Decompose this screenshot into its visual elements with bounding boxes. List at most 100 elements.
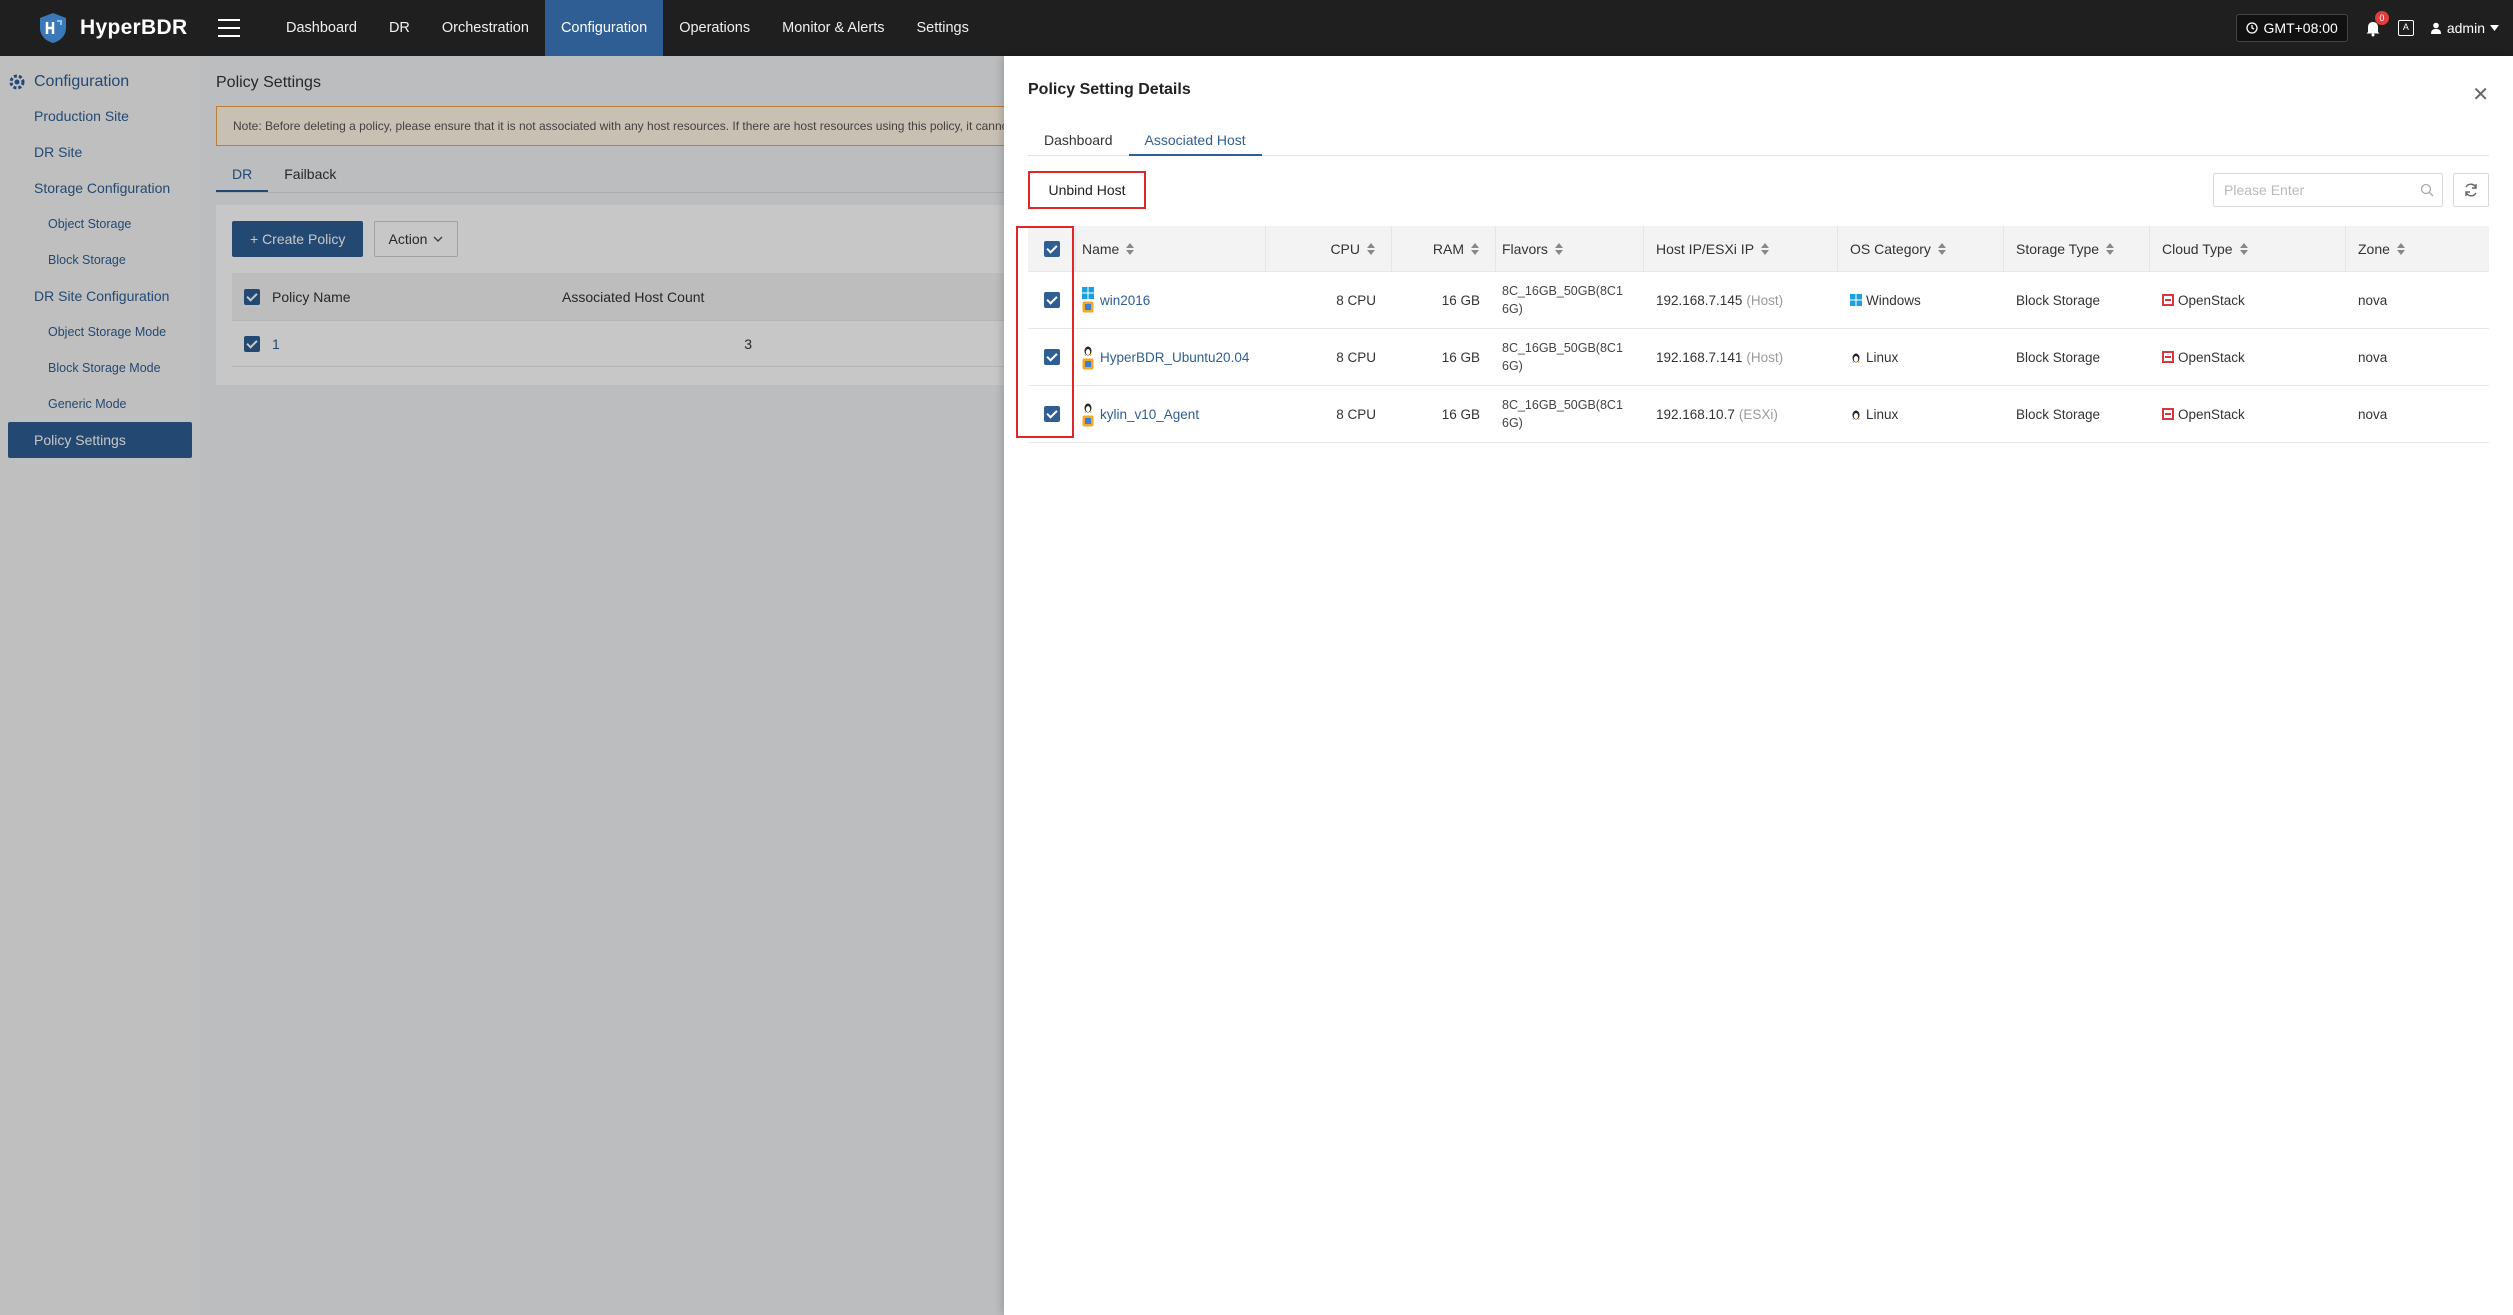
linux-icon	[1852, 410, 1860, 420]
host-type-icon	[1082, 287, 1096, 313]
zone-cell: nova	[2358, 406, 2388, 422]
linux-icon	[1084, 403, 1092, 413]
host-name-link[interactable]: win2016	[1100, 293, 1150, 308]
host-name-link[interactable]: HyperBDR_Ubuntu20.04	[1100, 350, 1249, 365]
table-header: Name CPU RAM Flavors Host IP/ESXi IP OS Categ…	[1028, 225, 2489, 272]
ram-cell: 16 GB	[1441, 292, 1480, 308]
app-name: HyperBDR	[80, 16, 188, 39]
sort-icon[interactable]	[2239, 242, 2248, 255]
column-label: Storage Type	[2016, 240, 2100, 257]
zone-cell: nova	[2358, 349, 2388, 365]
table-row[interactable]: kylin_v10_Agent 8 CPU 16 GB 8C_16GB_50GB(8C…	[1028, 386, 2489, 443]
sort-icon[interactable]	[1761, 242, 1770, 255]
cloud-type-cell: OpenStack	[2150, 293, 2346, 308]
col-storage-type[interactable]: Storage Type	[2004, 225, 2150, 272]
col-flavors[interactable]: Flavors	[1496, 225, 1644, 272]
sort-icon[interactable]	[1471, 242, 1479, 255]
cloud-type-cell: OpenStack	[2150, 407, 2346, 422]
sort-icon[interactable]	[2396, 242, 2405, 255]
openstack-icon	[2162, 294, 2174, 306]
col-host-ip-esxi-ip[interactable]: Host IP/ESXi IP	[1644, 225, 1838, 272]
col-os-category[interactable]: OS Category	[1838, 225, 2004, 272]
openstack-icon	[2162, 408, 2174, 420]
drawer-title: Policy Setting Details	[1028, 81, 1191, 98]
column-label: Name	[1082, 240, 1120, 257]
storage-type-cell: Block Storage	[2016, 349, 2101, 365]
chevron-down-icon	[2490, 25, 2499, 31]
refresh-button[interactable]	[2453, 173, 2489, 207]
modal-overlay[interactable]	[0, 56, 1004, 1315]
menu-toggle-icon[interactable]	[218, 19, 240, 37]
column-label: Host IP/ESXi IP	[1656, 240, 1755, 257]
col-cloud-type[interactable]: Cloud Type	[2150, 225, 2346, 272]
search-input[interactable]	[2224, 182, 2412, 198]
col-name[interactable]: Name	[1076, 225, 1266, 272]
notification-badge: 0	[2374, 11, 2389, 25]
nav-item-orchestration[interactable]: Orchestration	[426, 0, 545, 56]
cpu-cell: 8 CPU	[1336, 292, 1376, 308]
sort-icon[interactable]	[1126, 242, 1135, 255]
nav-item-configuration[interactable]: Configuration	[544, 0, 664, 56]
linux-icon	[1084, 346, 1092, 356]
ip-cell: 192.168.7.145 (Host)	[1656, 292, 1784, 308]
ip-cell: 192.168.7.141 (Host)	[1656, 349, 1784, 365]
shield-logo-icon	[40, 13, 66, 43]
sort-icon[interactable]	[1937, 242, 1946, 255]
clock-icon	[2245, 22, 2258, 34]
refresh-icon	[2465, 183, 2477, 197]
unbind-host-button[interactable]: Unbind Host	[1028, 171, 1146, 209]
user-menu[interactable]: admin	[2430, 20, 2499, 36]
table-row[interactable]: win2016 8 CPU 16 GB 8C_16GB_50GB(8C1 6G) 192.…	[1028, 272, 2489, 329]
timezone-button[interactable]: GMT+08:00	[2235, 14, 2348, 42]
cpu-cell: 8 CPU	[1336, 349, 1376, 365]
col-ram[interactable]: RAM	[1392, 225, 1496, 272]
flavor-cell: 8C_16GB_50GB(8C1 6G)	[1502, 284, 1623, 316]
agent-icon	[1082, 358, 1094, 370]
agent-icon	[1082, 415, 1094, 427]
sort-icon[interactable]	[2106, 242, 2115, 255]
host-name-link[interactable]: kylin_v10_Agent	[1100, 407, 1199, 422]
ram-cell: 16 GB	[1441, 349, 1480, 365]
checkbox-column-highlight	[1016, 226, 1074, 438]
tab-associated-host[interactable]: Associated Host	[1128, 126, 1262, 156]
column-label: CPU	[1330, 240, 1360, 257]
os-cell: Linux	[1838, 407, 2004, 422]
search-box	[2213, 173, 2443, 207]
openstack-icon	[2162, 351, 2174, 363]
zone-cell: nova	[2358, 292, 2388, 308]
os-cell: Linux	[1838, 350, 2004, 365]
sort-icon[interactable]	[1554, 242, 1563, 255]
language-icon[interactable]: A	[2397, 20, 2414, 36]
timezone-label: GMT+08:00	[2263, 20, 2338, 36]
notification-bell-icon[interactable]: 0	[2364, 11, 2389, 37]
linux-icon	[1852, 353, 1860, 363]
tab-dashboard[interactable]: Dashboard	[1028, 126, 1129, 156]
ram-cell: 16 GB	[1441, 406, 1480, 422]
username: admin	[2446, 20, 2485, 36]
app-logo[interactable]: HyperBDR	[0, 11, 200, 45]
storage-type-cell: Block Storage	[2016, 292, 2101, 308]
nav-item-settings[interactable]: Settings	[900, 0, 984, 56]
nav-item-monitor-alerts[interactable]: Monitor & Alerts	[766, 0, 900, 56]
nav-item-dashboard[interactable]: Dashboard	[270, 0, 373, 56]
col-zone[interactable]: Zone	[2346, 226, 2489, 272]
column-label: OS Category	[1850, 240, 1931, 257]
nav-item-dr[interactable]: DR	[373, 0, 426, 56]
os-cell: Windows	[1838, 293, 2004, 308]
column-label: Flavors	[1502, 240, 1548, 257]
table-row[interactable]: HyperBDR_Ubuntu20.04 8 CPU 16 GB 8C_16GB_50…	[1028, 329, 2489, 386]
nav-item-operations[interactable]: Operations	[663, 0, 766, 56]
associated-host-table: Name CPU RAM Flavors Host IP/ESXi IP OS Categ…	[1028, 225, 2489, 443]
col-cpu[interactable]: CPU	[1266, 225, 1392, 272]
top-navbar: HyperBDR Dashboard DR Orchestration Configu…	[0, 0, 2513, 56]
windows-icon	[1082, 287, 1094, 299]
ip-cell: 192.168.10.7 (ESXi)	[1656, 406, 1778, 422]
search-icon[interactable]	[2420, 183, 2434, 197]
windows-icon	[1850, 294, 1862, 306]
sort-icon[interactable]	[1367, 242, 1375, 255]
flavor-cell: 8C_16GB_50GB(8C1 6G)	[1502, 398, 1623, 430]
column-label: Cloud Type	[2162, 240, 2233, 257]
cloud-type-cell: OpenStack	[2150, 350, 2346, 365]
policy-details-drawer: Policy Setting Details ✕ Dashboard Assoc…	[1004, 56, 2513, 1315]
close-icon[interactable]: ✕	[2472, 82, 2489, 107]
